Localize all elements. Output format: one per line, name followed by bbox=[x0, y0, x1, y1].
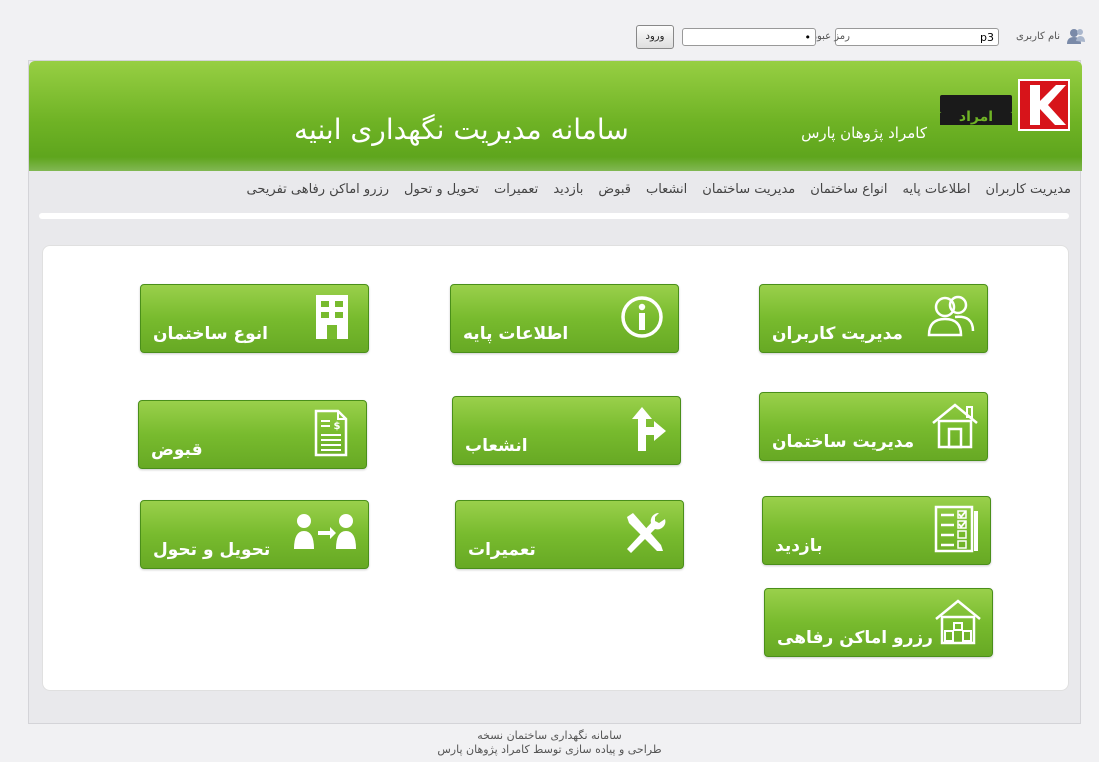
tools-icon bbox=[627, 512, 666, 553]
username-label: نام کاربری bbox=[1016, 31, 1060, 42]
tile-branch-label: انشعاب bbox=[465, 436, 528, 456]
logo-text: امراد bbox=[959, 109, 993, 125]
house-icon bbox=[932, 403, 978, 449]
tile-users[interactable]: مدیریت کاربران bbox=[759, 284, 988, 353]
nav-item-bills[interactable]: قبوض bbox=[598, 182, 631, 204]
company-name: کامراد پژوهان پارس bbox=[801, 124, 927, 142]
nav-item-base-info[interactable]: اطلاعات پایه bbox=[903, 182, 971, 204]
tile-visit[interactable]: بازدید bbox=[762, 496, 991, 565]
handover-people-icon bbox=[294, 514, 356, 549]
nav-item-repairs[interactable]: تعمیرات bbox=[494, 182, 538, 204]
tile-handover[interactable]: تحویل و تحول bbox=[140, 500, 369, 569]
tile-repairs-label: تعمیرات bbox=[468, 540, 536, 560]
dashboard-panel: مدیریت کاربران اطلاعات پایه انوع ساختمان bbox=[42, 245, 1069, 691]
tile-bills[interactable]: $ قبوض bbox=[138, 400, 367, 469]
tile-base-info[interactable]: اطلاعات پایه bbox=[450, 284, 679, 353]
tile-handover-label: تحویل و تحول bbox=[153, 540, 271, 560]
nav-item-building-types[interactable]: انواع ساختمان bbox=[810, 182, 887, 204]
nav-item-building-management[interactable]: مدیریت ساختمان bbox=[702, 182, 795, 204]
tile-reservation[interactable]: رزرو اماکن رفاهی bbox=[764, 588, 993, 657]
login-bar: نام کاربری رمز عبور ورود bbox=[636, 22, 1086, 54]
tile-building-types-label: انوع ساختمان bbox=[153, 324, 268, 344]
system-title: سامانه مدیریت نگهداری ابنیه bbox=[294, 113, 629, 146]
company-logo: امراد bbox=[940, 79, 1070, 131]
username-input[interactable] bbox=[835, 28, 999, 46]
info-icon bbox=[621, 296, 663, 338]
footer-line-1: سامانه نگهداری ساختمان نسخه bbox=[477, 729, 622, 742]
tile-building-management-label: مدیریت ساختمان bbox=[772, 432, 915, 452]
tile-users-label: مدیریت کاربران bbox=[772, 324, 903, 344]
footer: سامانه نگهداری ساختمان نسخه طراحی و پیاد… bbox=[0, 729, 1099, 757]
bill-document-icon: $ bbox=[314, 409, 348, 457]
checklist-icon bbox=[934, 505, 978, 553]
tile-branch[interactable]: انشعاب bbox=[452, 396, 681, 465]
login-button[interactable]: ورود bbox=[636, 25, 674, 49]
tile-building-types[interactable]: انوع ساختمان bbox=[140, 284, 369, 353]
header-banner: سامانه مدیریت نگهداری ابنیه کامراد پژوها… bbox=[29, 61, 1082, 171]
main-nav: مدیریت کاربران اطلاعات پایه انواع ساختما… bbox=[39, 182, 1071, 204]
tile-reservation-label: رزرو اماکن رفاهی bbox=[777, 628, 933, 648]
nav-item-handover[interactable]: تحویل و تحول bbox=[404, 182, 479, 204]
tile-visit-label: بازدید bbox=[775, 536, 823, 556]
branch-arrow-icon bbox=[632, 407, 666, 451]
users-icon bbox=[927, 295, 975, 337]
nav-divider bbox=[39, 213, 1069, 219]
recreation-house-icon bbox=[935, 599, 981, 645]
footer-line-2: طراحی و پیاده سازی توسط کامراد پژوهان پا… bbox=[437, 743, 662, 756]
users-icon bbox=[1067, 29, 1085, 44]
svg-text:$: $ bbox=[334, 421, 341, 432]
nav-item-visit[interactable]: بازدید bbox=[553, 182, 583, 204]
main-frame: سامانه مدیریت نگهداری ابنیه کامراد پژوها… bbox=[28, 60, 1082, 724]
password-label: رمز عبور bbox=[812, 31, 850, 42]
tile-base-info-label: اطلاعات پایه bbox=[463, 324, 569, 344]
building-icon bbox=[316, 295, 348, 339]
tile-repairs[interactable]: تعمیرات bbox=[455, 500, 684, 569]
nav-item-users[interactable]: مدیریت کاربران bbox=[986, 182, 1071, 204]
tile-bills-label: قبوض bbox=[151, 440, 203, 460]
tile-building-management[interactable]: مدیریت ساختمان bbox=[759, 392, 988, 461]
nav-item-branch[interactable]: انشعاب bbox=[646, 182, 687, 204]
password-input[interactable] bbox=[682, 28, 816, 46]
nav-item-reservation[interactable]: رزرو اماکن رفاهی تفریحی bbox=[247, 182, 390, 204]
